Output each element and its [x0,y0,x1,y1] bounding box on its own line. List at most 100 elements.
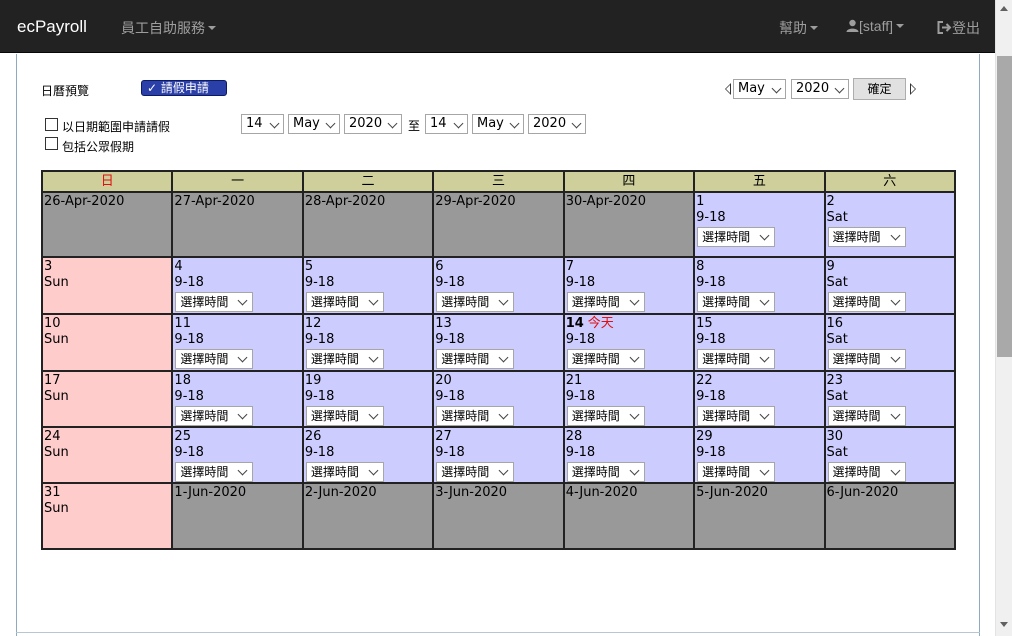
calendar-day-cell[interactable]: 8 9-18 選擇時間 [693,256,826,315]
chevron-down-icon [453,118,464,129]
time-select[interactable]: 選擇時間 [566,349,645,369]
time-select[interactable]: 選擇時間 [305,462,384,481]
calendar-week-row: 26-Apr-2020 27-Apr-2020 28-Apr-2020 29-Apr-… [40,191,957,258]
help-menu[interactable]: 幫助 [779,18,818,38]
calendar-day-cell[interactable]: 3-Jun-2020 [432,482,565,550]
calendar-day-cell[interactable]: 9 Sat 選擇時間 [823,256,957,315]
calendar-day-cell[interactable]: 15 9-18 選擇時間 [693,313,826,372]
calendar-day-cell[interactable]: 25 9-18 選擇時間 [171,426,304,484]
calendar-day-cell[interactable]: 29 9-18 選擇時間 [693,426,826,484]
date-range-checkbox[interactable] [45,118,58,131]
user-menu[interactable]: [staff] [846,18,904,34]
calendar-day-cell[interactable]: 16 Sat 選擇時間 [823,313,957,372]
time-select[interactable]: 選擇時間 [827,292,906,312]
calendar-day-cell[interactable]: 4-Jun-2020 [562,482,696,550]
calendar-day-cell[interactable]: 31 Sun [40,482,174,550]
time-select[interactable]: 選擇時間 [175,406,254,425]
calendar-day-cell[interactable]: 23 Sat 選擇時間 [823,370,957,428]
calendar-day-cell[interactable]: 21 9-18 選擇時間 [562,370,696,428]
calendar-day-cell[interactable]: 1 9-18 選擇時間 [693,191,826,258]
to-day-select[interactable]: 14 [425,114,468,134]
time-select[interactable]: 選擇時間 [175,462,254,481]
time-select[interactable]: 選擇時間 [175,349,254,369]
time-select[interactable]: 選擇時間 [697,406,776,425]
from-year-select[interactable]: 2020 [344,114,402,134]
time-select[interactable]: 選擇時間 [697,227,776,247]
time-select[interactable]: 選擇時間 [566,462,645,481]
calendar-day-cell[interactable]: 28-Apr-2020 [301,191,435,258]
calendar-day-cell[interactable]: 27-Apr-2020 [171,191,304,258]
time-select[interactable]: 選擇時間 [827,349,906,369]
day-number: 11 [174,316,191,331]
time-select[interactable]: 選擇時間 [436,406,515,425]
calendar-day-cell[interactable]: 28 9-18 選擇時間 [562,426,696,484]
time-select[interactable]: 選擇時間 [827,462,906,481]
to-year-select[interactable]: 2020 [528,114,586,134]
time-select[interactable]: 選擇時間 [566,406,645,425]
time-select[interactable]: 選擇時間 [827,227,906,247]
calendar-day-cell[interactable]: 10 Sun [40,313,174,372]
calendar-day-cell[interactable]: 3 Sun [40,256,174,315]
to-month-select[interactable]: May [472,114,524,134]
time-select[interactable]: 選擇時間 [305,292,384,312]
calendar-day-cell[interactable]: 11 9-18 選擇時間 [171,313,304,372]
calendar-day-cell[interactable]: 26-Apr-2020 [40,191,174,258]
calendar-day-cell[interactable]: 19 9-18 選擇時間 [301,370,435,428]
calendar-day-cell[interactable]: 12 9-18 選擇時間 [301,313,435,372]
time-select[interactable]: 選擇時間 [697,292,776,312]
time-select[interactable]: 選擇時間 [436,349,515,369]
day-hours: Sat [826,332,848,347]
time-select-placeholder: 選擇時間 [702,465,751,479]
calendar-day-cell[interactable]: 2-Jun-2020 [301,482,435,550]
time-select[interactable]: 選擇時間 [436,462,515,481]
calendar-day-cell[interactable]: 6-Jun-2020 [823,482,957,550]
calendar-day-cell[interactable]: 7 9-18 選擇時間 [562,256,696,315]
from-day-select[interactable]: 14 [241,114,284,134]
calendar-day-cell[interactable]: 29-Apr-2020 [432,191,565,258]
prev-month-icon[interactable] [725,83,731,95]
self-service-menu[interactable]: 員工自助服務 [121,18,216,38]
time-select[interactable]: 選擇時間 [827,406,906,425]
to-label: 至 [408,119,421,133]
calendar-day-cell[interactable]: 5 9-18 選擇時間 [301,256,435,315]
chevron-down-icon [890,295,900,306]
logout-link[interactable]: 登出 [937,18,980,38]
calendar-day-cell[interactable]: 4 9-18 選擇時間 [171,256,304,315]
calendar-day-cell[interactable]: 1-Jun-2020 [171,482,304,550]
time-select[interactable]: 選擇時間 [305,406,384,425]
time-select[interactable]: 選擇時間 [697,462,776,481]
chevron-down-icon [759,230,770,241]
calendar-day-cell[interactable]: 27 9-18 選擇時間 [432,426,565,484]
calendar-day-cell[interactable]: 5-Jun-2020 [693,482,826,550]
leave-application-button[interactable]: ✓ 請假申請 [141,80,227,96]
from-month-select[interactable]: May [288,114,340,134]
time-select[interactable]: 選擇時間 [697,349,776,369]
calendar-day-cell[interactable]: 6 9-18 選擇時間 [432,256,565,315]
calendar-day-cell[interactable]: 14 今天 9-18 選擇時間 [562,313,696,372]
scroll-thumb[interactable] [997,56,1012,357]
calendar-day-cell[interactable]: 24 Sun [40,426,174,484]
calendar-day-cell[interactable]: 26 9-18 選擇時間 [301,426,435,484]
time-select[interactable]: 選擇時間 [175,292,254,312]
calendar-day-cell[interactable]: 20 9-18 選擇時間 [432,370,565,428]
year-select[interactable]: 2020 [791,79,849,99]
calendar-day-cell[interactable]: 22 9-18 選擇時間 [693,370,826,428]
calendar-day-cell[interactable]: 13 9-18 選擇時間 [432,313,565,372]
time-select[interactable]: 選擇時間 [436,292,515,312]
month-select[interactable]: May [733,79,786,99]
calendar-day-cell[interactable]: 30-Apr-2020 [562,191,696,258]
vertical-scrollbar[interactable] [995,0,1012,636]
calendar-day-cell[interactable]: 17 Sun [40,370,174,428]
brand-logo[interactable]: ecPayroll [17,17,87,37]
calendar-day-cell[interactable]: 18 9-18 選擇時間 [171,370,304,428]
calendar-day-cell[interactable]: 30 Sat 選擇時間 [823,426,957,484]
scroll-up-icon[interactable] [1000,6,1008,11]
time-select[interactable]: 選擇時間 [566,292,645,312]
confirm-button[interactable]: 確定 [853,78,906,100]
next-month-icon[interactable] [910,83,916,95]
time-select[interactable]: 選擇時間 [305,349,384,369]
scroll-down-icon[interactable] [1000,622,1008,627]
include-holidays-checkbox[interactable] [45,137,58,150]
weekday-header: 六 [823,170,957,193]
calendar-day-cell[interactable]: 2 Sat 選擇時間 [823,191,957,258]
